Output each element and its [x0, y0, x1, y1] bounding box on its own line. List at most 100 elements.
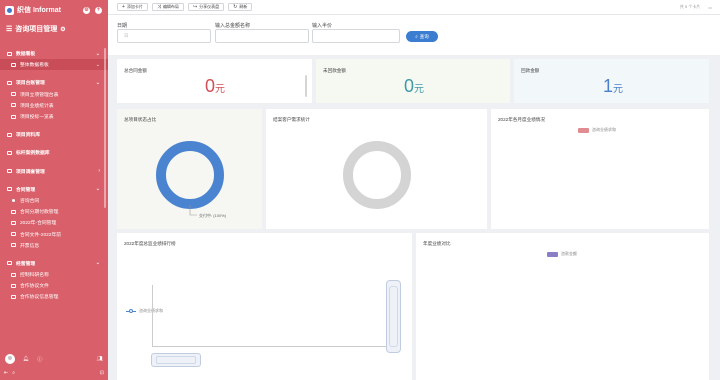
bell-icon[interactable]: 🔔︎	[23, 356, 29, 362]
kpi-value: 0元	[205, 76, 226, 96]
menu-icon: ☰	[6, 26, 13, 33]
table-icon	[11, 103, 16, 108]
query-button[interactable]: ⌕ 查询	[406, 31, 438, 42]
sidebar-item[interactable]: 合作协议文件	[0, 280, 108, 291]
sidebar-item-label: 数据看板	[16, 52, 36, 58]
search-icon[interactable]: ⌕	[12, 370, 15, 376]
collapse-icon[interactable]: ⇤	[4, 370, 8, 376]
sidebar-item[interactable]: 整体数据看板 ⌄	[0, 59, 108, 71]
donut-slice-delivering[interactable]	[156, 141, 224, 209]
toolbar-button[interactable]: ↻ 刷新	[228, 3, 253, 11]
table-icon	[11, 62, 16, 67]
kpi-total-contract: 总合同金额 0元	[117, 59, 312, 103]
kpi-scrollbar[interactable]	[305, 75, 307, 97]
sidebar-item-label: 项目业绩统计表	[20, 103, 54, 109]
legend-label: 咨询业绩求和	[592, 127, 616, 132]
amount-input[interactable]	[215, 29, 309, 43]
sidebar-item-label: 项目立项管理台表	[20, 92, 59, 98]
chart-legend[interactable]: 咨询业绩求和	[578, 127, 616, 133]
sidebar-item[interactable]: 经营管理 ⌄	[0, 258, 108, 269]
sidebar-item-label: 2022年-合同管理	[20, 221, 57, 227]
settings-icon[interactable]: ⚙	[83, 6, 90, 14]
half-input[interactable]	[312, 29, 400, 43]
sidebar-item[interactable]: 合同分期付款管理	[0, 206, 108, 217]
sidebar-menu: 数据看板 ⌄ 整体数据看板 ⌄ 项目台账管理 ⌄ 项目立项管理台表 项目业绩统计表 项目投标一览…	[0, 48, 108, 350]
sidebar-item[interactable]: 项目台账管理 ⌄	[0, 77, 108, 88]
chevron-icon: ›	[98, 168, 100, 175]
sidebar-item[interactable]: 2022年-合同管理	[0, 217, 108, 228]
sidebar-item-label: 整体数据看板	[20, 63, 49, 69]
sidebar-item[interactable]: 合同管理 ⌄	[0, 184, 108, 195]
help-icon[interactable]: ⓘ	[37, 356, 42, 363]
chevron-icon: ⌄	[95, 186, 100, 193]
sidebar-item[interactable]: 数据看板 ⌄	[0, 48, 108, 59]
sidebar-item[interactable]: 控制科研名称	[0, 269, 108, 280]
toolbar-button-icon: +	[122, 4, 125, 10]
sidebar-footer: 🔔︎ ⓘ 👥︎ ⇤ ⌕ ⊡	[0, 350, 108, 380]
sidebar-item[interactable]: 咨询合同	[0, 195, 108, 206]
client-demand-card: 结案客户需求统计	[266, 109, 487, 229]
date-label: 日期	[117, 23, 128, 29]
table-icon	[11, 243, 16, 248]
card-title: 年度业绩对比	[423, 241, 451, 246]
legend-line-icon	[126, 309, 136, 314]
table-icon	[7, 132, 12, 137]
chevron-icon: ⌄	[95, 61, 100, 68]
chevron-icon: ⌄	[95, 260, 100, 267]
avatar[interactable]	[5, 354, 15, 364]
sidebar-item-label: 标杆案例数据库	[16, 151, 50, 157]
sidebar-item[interactable]: 合作协议信息管理	[0, 291, 108, 302]
chart-legend[interactable]: 咨询业绩求和	[126, 308, 163, 314]
toolbar-button[interactable]: + 添加卡片	[117, 3, 148, 11]
toolbar-button-label: 编辑布局	[162, 4, 179, 9]
sidebar-scrollbar[interactable]	[104, 48, 106, 208]
sidebar-item[interactable]: 项目立项管理台表	[0, 89, 108, 100]
add-icon[interactable]: +	[95, 6, 102, 14]
sidebar-item[interactable]: 开票信息	[0, 240, 108, 251]
toolbar: + 添加卡片 ⤨ 编辑布局 ↪ 分享仪表盘 ↻ 刷新 共 5 个卡片 ▭	[108, 0, 720, 15]
bullet-icon	[12, 198, 15, 202]
horizontal-zoom-slider[interactable]	[151, 353, 201, 367]
chevron-icon: ⌄	[95, 79, 100, 86]
toolbar-button-icon: ⤨	[156, 4, 161, 10]
sidebar-item[interactable]: 合同文件-2022年前	[0, 228, 108, 239]
kpi-value: 1元	[603, 76, 624, 96]
project-title: 咨询项目管理	[15, 26, 58, 33]
brand-name: 织信 Informat	[17, 7, 61, 14]
kpi-title: 回款金额	[521, 68, 540, 73]
sidebar: 织信 Informat ⚙ + ☰ 咨询项目管理 ⚙ 数据看板 ⌄ 整体数据看板 ⌄ 项…	[0, 0, 108, 380]
dept-ranking-card: 2022年度总监业绩排行榜 咨询业绩求和	[117, 233, 412, 380]
expand-icon[interactable]: ⊡	[100, 370, 104, 376]
brand-bar: 织信 Informat ⚙ +	[0, 0, 108, 20]
project-header[interactable]: ☰ 咨询项目管理 ⚙	[0, 20, 108, 38]
sidebar-item[interactable]: 项目业绩统计表	[0, 100, 108, 111]
sidebar-item[interactable]: 标杆案例数据库	[0, 147, 108, 158]
vertical-zoom-slider[interactable]	[386, 280, 401, 353]
sidebar-item[interactable]: 项目资料库	[0, 129, 108, 140]
sidebar-item-label: 项目资料库	[16, 133, 40, 139]
table-icon	[11, 283, 16, 288]
date-input[interactable]: 日	[117, 29, 211, 43]
toolbar-button[interactable]: ⤨ 编辑布局	[151, 3, 184, 11]
user-group-icon[interactable]: 👥︎	[97, 356, 103, 362]
sidebar-item-label: 合同分期付款管理	[20, 210, 59, 216]
gear-icon[interactable]: ⚙	[60, 26, 65, 33]
card-count: 共 5 个卡片	[679, 4, 701, 9]
sidebar-item-label: 项目投标一览表	[20, 115, 54, 121]
toolbar-button[interactable]: ↪ 分享仪表盘	[187, 3, 225, 11]
chart-legend[interactable]: 咨款金额	[547, 251, 577, 257]
toolbar-button-label: 分享仪表盘	[199, 4, 220, 9]
sidebar-item-label: 咨询合同	[20, 198, 40, 204]
table-icon	[11, 232, 16, 237]
comment-icon[interactable]: ▭	[708, 5, 712, 10]
client-demand-chart	[343, 141, 411, 209]
sidebar-item[interactable]: 项目调查管理 ›	[0, 166, 108, 177]
empty-donut-ring	[343, 141, 411, 209]
sidebar-item-label: 项目调查管理	[16, 169, 45, 175]
table-icon	[11, 294, 16, 299]
table-icon	[7, 51, 12, 56]
table-icon	[11, 92, 16, 97]
sidebar-item[interactable]: 项目投标一览表	[0, 111, 108, 122]
half-label: 输入半价	[312, 23, 333, 29]
toolbar-button-label: 刷新	[239, 4, 248, 9]
